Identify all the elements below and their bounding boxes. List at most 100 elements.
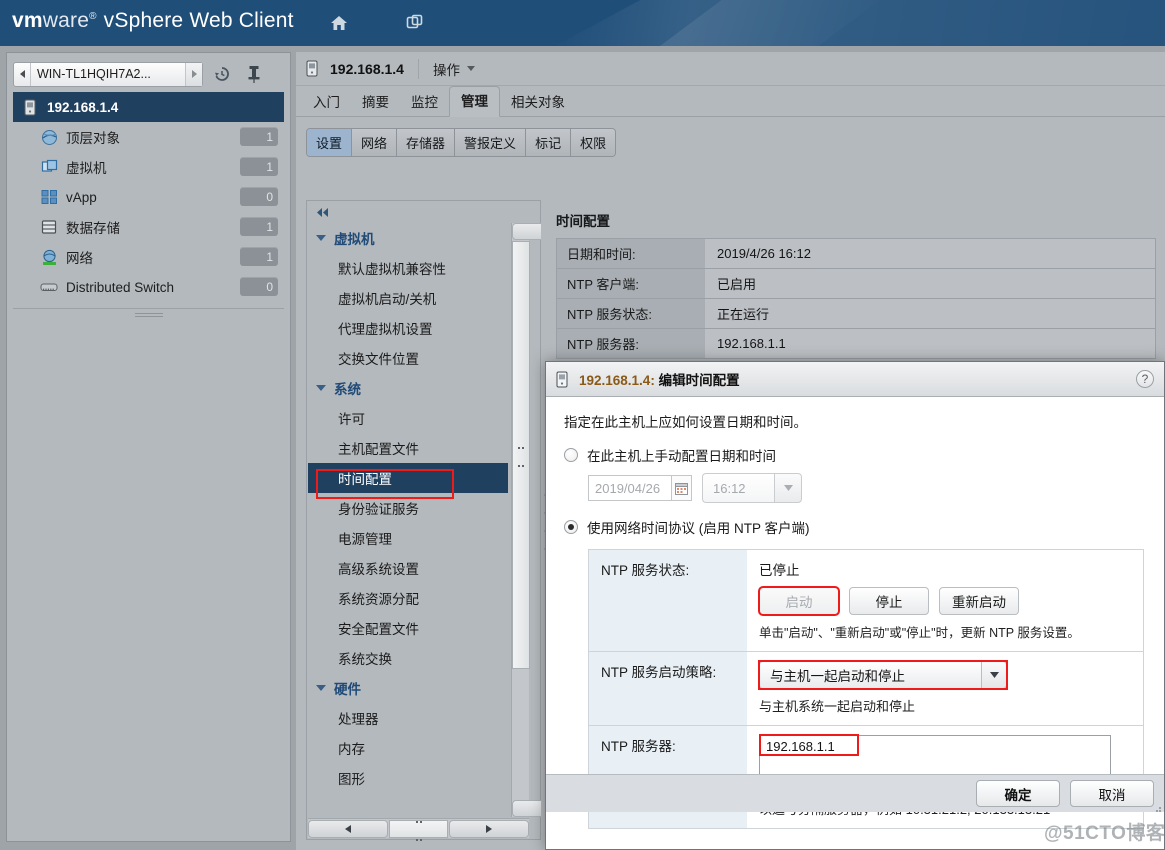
nav-item-authentication-services[interactable]: 身份验证服务	[308, 493, 508, 523]
time-dropdown-chevron-down-icon[interactable]	[774, 473, 802, 503]
breadcrumb-label: WIN-TL1HQIH7A2...	[31, 67, 185, 81]
row-value: 2019/4/26 16:12	[705, 239, 1155, 268]
ntp-startup-policy-select[interactable]: 与主机一起启动和停止	[759, 661, 1007, 689]
chevron-down-icon[interactable]	[981, 661, 1007, 689]
subtab-storage[interactable]: 存储器	[397, 129, 455, 156]
tab-monitor[interactable]: 监控	[400, 87, 449, 117]
breadcrumb[interactable]: WIN-TL1HQIH7A2...	[13, 62, 203, 87]
nav-item-host-profile[interactable]: 主机配置文件	[308, 433, 508, 463]
nav-item-system-resource-allocation[interactable]: 系统资源分配	[308, 583, 508, 613]
tree-root-label: 192.168.1.4	[47, 100, 118, 115]
row-key: NTP 客户端:	[557, 269, 705, 298]
radio-ntp[interactable]: 使用网络时间协议 (启用 NTP 客户端)	[564, 517, 1146, 537]
scroll-right-button[interactable]	[449, 820, 529, 838]
settings-nav-horizontal-scrollbar[interactable]	[308, 818, 529, 838]
nav-item-power-management[interactable]: 电源管理	[308, 523, 508, 553]
brand-vm: vm	[12, 9, 43, 32]
nav-item-memory[interactable]: 内存	[308, 733, 508, 763]
time-input[interactable]: 16:12	[702, 473, 774, 503]
sidebar-item-virtual-machines[interactable]: 虚拟机 1	[13, 152, 284, 182]
nav-item-time-configuration[interactable]: 时间配置	[308, 463, 508, 493]
subtab-settings[interactable]: 设置	[307, 129, 352, 156]
tab-summary[interactable]: 摘要	[351, 87, 400, 117]
sidebar-item-top-level-objects[interactable]: 顶层对象 1	[13, 122, 284, 152]
table-row: 日期和时间: 2019/4/26 16:12	[557, 239, 1155, 269]
edit-time-configuration-dialog: 192.168.1.4: 编辑时间配置 ? 指定在此主机上应如何设置日期和时间。…	[545, 361, 1165, 850]
scroll-left-button[interactable]	[308, 820, 388, 838]
stop-button[interactable]: 停止	[849, 587, 929, 615]
ok-button[interactable]: 确定	[976, 780, 1060, 807]
nav-item-advanced-system-settings[interactable]: 高级系统设置	[308, 553, 508, 583]
history-clock-icon[interactable]	[209, 61, 235, 87]
ntp-buttons-hint: 单击"启动"、"重新启动"或"停止"时，更新 NTP 服务设置。	[759, 622, 1133, 641]
settings-nav-panel: 虚拟机 默认虚拟机兼容性 虚拟机启动/关机 代理虚拟机设置 交换文件位置 系统 …	[306, 200, 541, 840]
nav-item-system-swap[interactable]: 系统交换	[308, 643, 508, 673]
sidebar-item-distributed-switch[interactable]: Distributed Switch 0	[13, 272, 284, 302]
radio-button-ntp[interactable]	[564, 520, 578, 534]
inventory-tree: 192.168.1.4 顶层对象 1 虚拟机 1	[13, 92, 284, 302]
collapse-left-icon[interactable]	[307, 201, 540, 223]
nav-item-vm-startup-shutdown[interactable]: 虚拟机启动/关机	[308, 283, 508, 313]
row-value: 已启用	[705, 269, 1155, 298]
tree-root-host[interactable]: 192.168.1.4	[13, 92, 284, 122]
brand-ware: ware	[43, 9, 89, 32]
vsphere-web-client-window: vmware®vSphere Web Client WIN-TL1HQIH7A2…	[0, 0, 1165, 850]
calendar-icon[interactable]	[672, 475, 692, 501]
table-row: NTP 客户端: 已启用	[557, 269, 1155, 299]
restart-button[interactable]: 重新启动	[939, 587, 1019, 615]
sidebar-item-datastores[interactable]: 数据存储 1	[13, 212, 284, 242]
section-title: 时间配置	[550, 200, 1158, 238]
help-icon[interactable]: ?	[1136, 370, 1154, 388]
breadcrumb-forward-button[interactable]	[185, 63, 202, 86]
sidebar-item-label: Distributed Switch	[66, 280, 174, 295]
count-badge: 0	[240, 277, 278, 296]
subtab-alarm-definitions[interactable]: 警报定义	[455, 129, 526, 156]
tab-getting-started[interactable]: 入门	[302, 87, 351, 117]
breadcrumb-back-button[interactable]	[14, 63, 31, 86]
nav-item-graphics[interactable]: 图形	[308, 763, 508, 793]
sidebar-item-label: 顶层对象	[66, 127, 120, 147]
scrollbar-thumb[interactable]	[512, 241, 530, 669]
object-navigator-toolbar: WIN-TL1HQIH7A2...	[13, 58, 284, 90]
nav-item-security-profile[interactable]: 安全配置文件	[308, 613, 508, 643]
date-input[interactable]: 2019/04/26	[588, 475, 672, 501]
subtab-permissions[interactable]: 权限	[571, 129, 615, 156]
nav-group-virtual-machines[interactable]: 虚拟机	[308, 223, 508, 253]
nav-item-swap-file-location[interactable]: 交换文件位置	[308, 343, 508, 373]
dialog-resize-grip[interactable]	[1152, 800, 1162, 810]
sidebar-item-networks[interactable]: 网络 1	[13, 242, 284, 272]
start-button[interactable]: 启动	[759, 587, 839, 615]
row-key: 日期和时间:	[557, 239, 705, 268]
actions-menu[interactable]: 操作	[433, 59, 475, 79]
cancel-button[interactable]: 取消	[1070, 780, 1154, 807]
nav-item-default-vm-compatibility[interactable]: 默认虚拟机兼容性	[308, 253, 508, 283]
count-badge: 1	[240, 217, 278, 236]
nav-item-agent-vm-settings[interactable]: 代理虚拟机设置	[308, 313, 508, 343]
nav-item-licensing[interactable]: 许可	[308, 403, 508, 433]
vapp-icon	[39, 188, 59, 206]
actions-menu-label: 操作	[433, 59, 460, 79]
nav-group-system[interactable]: 系统	[308, 373, 508, 403]
pin-icon[interactable]	[241, 61, 267, 87]
shortcut-icon[interactable]	[404, 12, 426, 34]
subtab-networking[interactable]: 网络	[352, 129, 397, 156]
count-badge: 1	[240, 127, 278, 146]
tab-manage[interactable]: 管理	[449, 86, 500, 117]
radio-manual-time[interactable]: 在此主机上手动配置日期和时间	[564, 445, 1146, 465]
home-icon[interactable]	[328, 12, 350, 34]
subtab-tags[interactable]: 标记	[526, 129, 571, 156]
settings-nav-vertical-scrollbar[interactable]	[511, 223, 529, 817]
network-icon	[39, 248, 59, 266]
nav-group-hardware[interactable]: 硬件	[308, 673, 508, 703]
radio-manual-label: 在此主机上手动配置日期和时间	[587, 445, 776, 465]
product-name: vSphere Web Client	[104, 9, 294, 32]
top-banner: vmware®vSphere Web Client	[0, 0, 1165, 46]
sidebar-item-vapp[interactable]: vApp 0	[13, 182, 284, 212]
panel-resize-handle[interactable]	[13, 308, 284, 318]
dialog-title-ip: 192.168.1.4:	[579, 373, 655, 388]
ntp-status-value: 已停止	[759, 559, 1133, 579]
nav-item-processors[interactable]: 处理器	[308, 703, 508, 733]
scrollbar-thumb[interactable]	[389, 820, 448, 838]
radio-button-manual[interactable]	[564, 448, 578, 462]
tab-related-objects[interactable]: 相关对象	[500, 87, 576, 117]
